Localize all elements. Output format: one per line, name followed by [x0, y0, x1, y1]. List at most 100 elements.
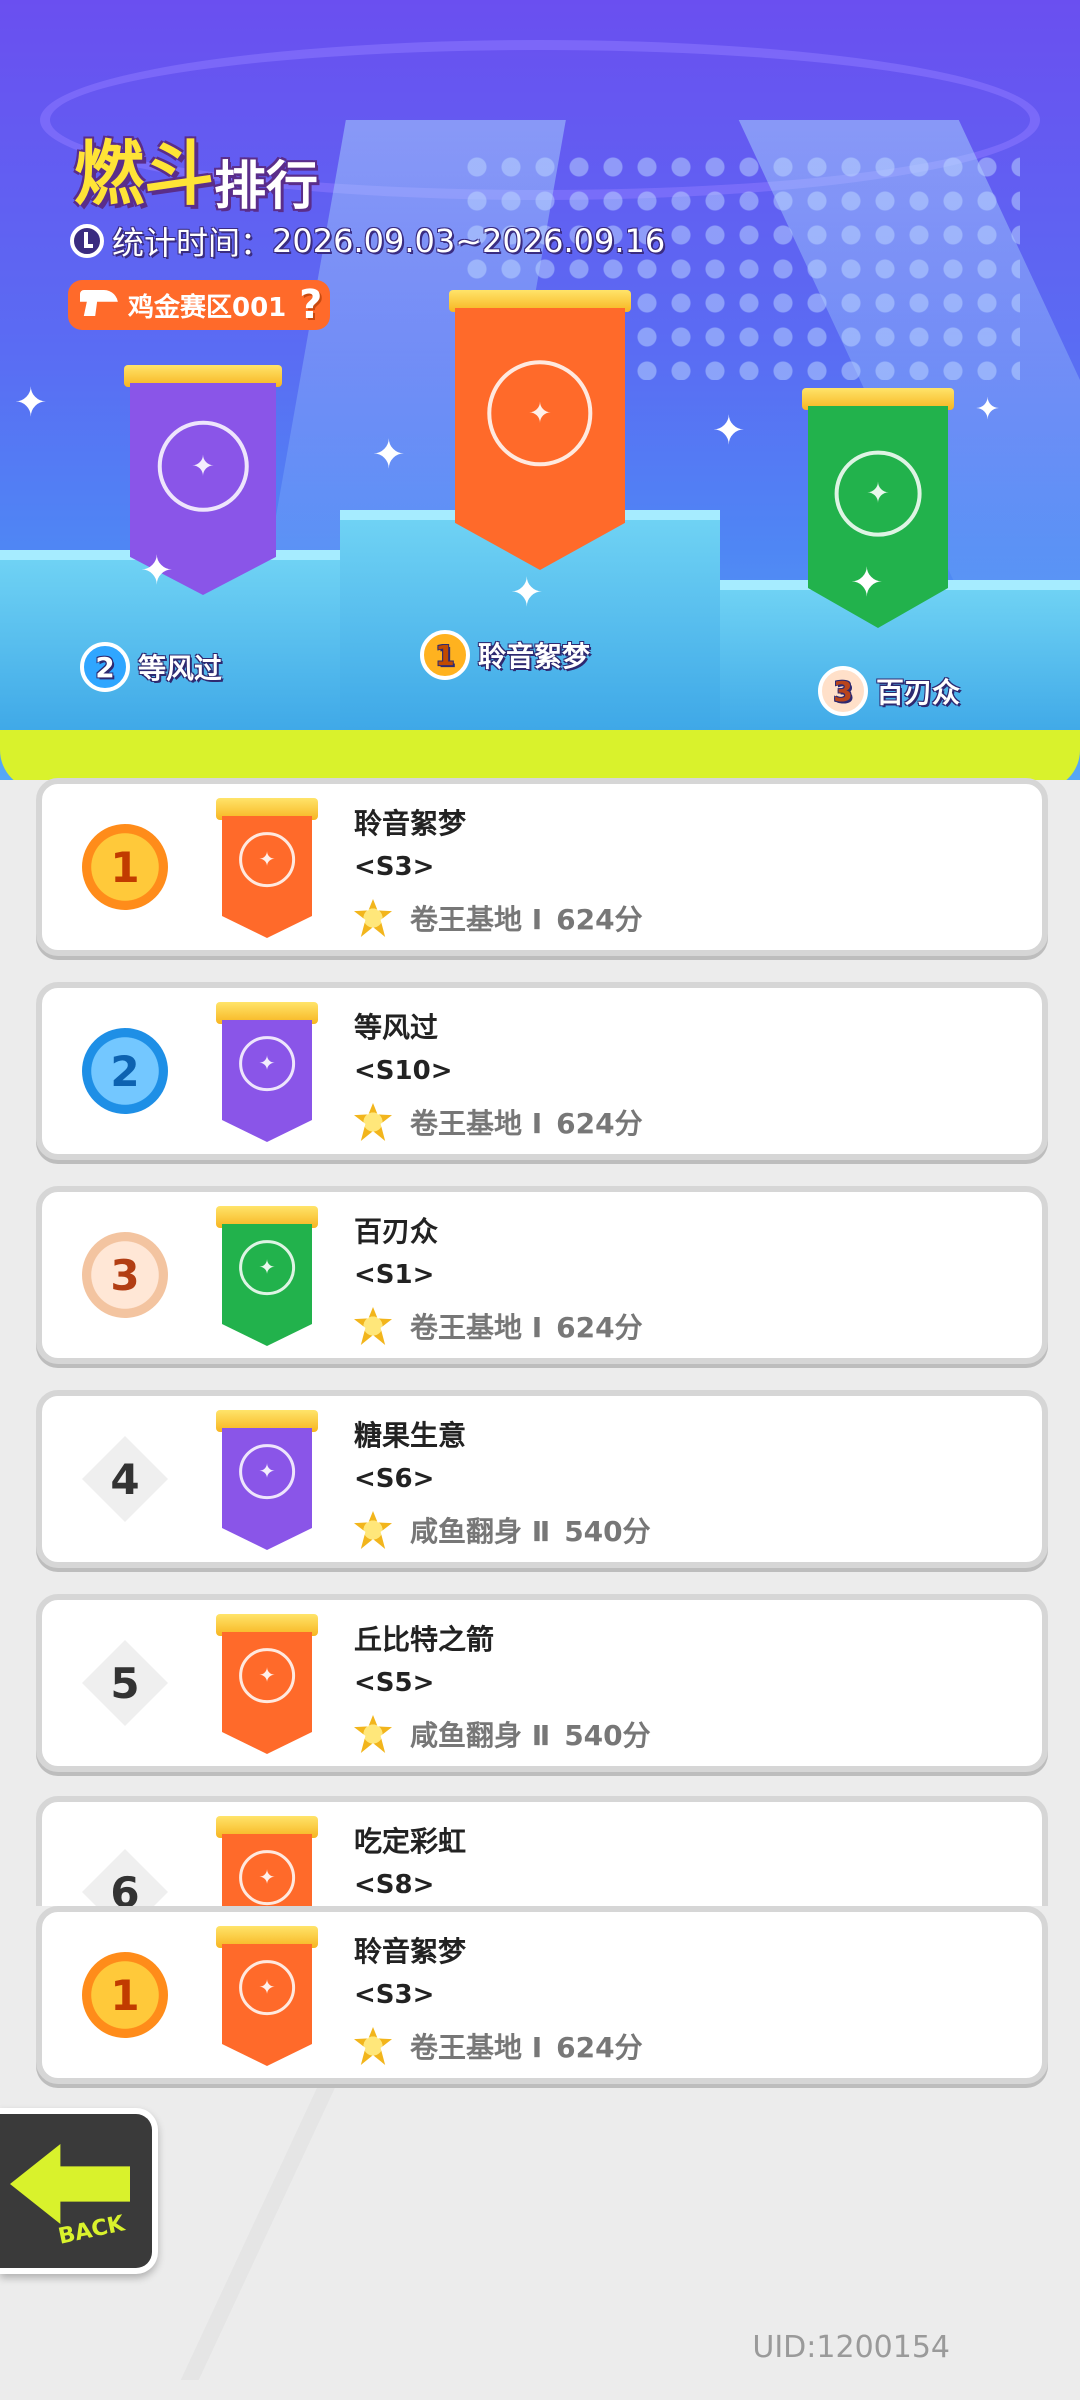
zone-badge[interactable]: 鸡金赛区001 ? — [68, 280, 331, 330]
guild-name: 聆音絮梦 — [478, 640, 591, 673]
gun-icon — [80, 290, 118, 316]
title-highlight: 燃斗 — [74, 133, 214, 215]
server-tag: <S1> — [354, 1260, 435, 1290]
sparkle-icon: ✦ — [975, 392, 1001, 427]
sparkle-icon: ✦ — [140, 548, 174, 594]
rank-badge: 5 — [82, 1640, 168, 1726]
back-label: BACK — [56, 2211, 127, 2250]
podium-name-first: 1 聆音絮梦 — [420, 630, 590, 680]
guild-name: 等风过 — [354, 1011, 439, 1044]
guild-banner: ✦ — [216, 1926, 318, 2066]
score: 540分 — [564, 1515, 651, 1548]
tier-star-icon — [354, 1103, 392, 1141]
score-line: 卷王基地 Ⅰ 624分 — [354, 1306, 643, 1346]
guild-banner: ✦ — [216, 1206, 318, 1346]
server-tag: <S3> — [354, 1980, 435, 2010]
sparkle-icon: ✦ — [510, 570, 544, 616]
ranking-row[interactable]: 3 ✦ 百刃众 <S1> 卷王基地 Ⅰ 624分 — [36, 1186, 1048, 1364]
tier-name: 咸鱼翻身 Ⅱ — [410, 1719, 551, 1752]
guild-emblem-icon: ✦ — [239, 1959, 295, 2016]
tier-name: 卷王基地 Ⅰ — [410, 2031, 543, 2064]
score: 624分 — [556, 1107, 643, 1140]
score-line: 卷王基地 Ⅰ 624分 — [354, 898, 643, 938]
podium-name-second: 2 等风过 — [80, 642, 222, 692]
clock-icon — [70, 224, 104, 258]
ranking-row[interactable]: 5 ✦ 丘比特之箭 <S5> 咸鱼翻身 Ⅱ 540分 — [36, 1594, 1048, 1772]
server-tag: <S3> — [354, 852, 435, 882]
server-tag: <S6> — [354, 1464, 435, 1494]
zone-label: 鸡金赛区001 — [128, 292, 287, 323]
ranking-row-clipped: 6 ✦ 吃定彩虹 <S8> — [36, 1796, 1048, 1906]
guild-name: 聆音絮梦 — [354, 1935, 467, 1968]
ranking-row[interactable]: 1 ✦ 聆音絮梦 <S3> 卷王基地 Ⅰ 624分 — [36, 778, 1048, 956]
back-button[interactable]: BACK — [0, 2108, 158, 2274]
ranking-row[interactable]: 4 ✦ 糖果生意 <S6> 咸鱼翻身 Ⅱ 540分 — [36, 1390, 1048, 1568]
page-title: 燃斗 排行 — [74, 118, 318, 219]
tier-star-icon — [354, 899, 392, 937]
title-rest: 排行 — [214, 157, 319, 217]
rank-badge: 1 — [82, 824, 168, 910]
rank-badge: 2 — [82, 1028, 168, 1114]
tier-star-icon — [354, 1715, 392, 1753]
score-line: 卷王基地 Ⅰ 624分 — [354, 2026, 643, 2066]
slime-divider-decoration — [0, 730, 1080, 780]
guild-banner: ✦ — [216, 798, 318, 938]
rank-badge: 1 — [82, 1952, 168, 2038]
background-decoration — [180, 2040, 900, 2380]
guild-emblem-icon: ✦ — [239, 831, 295, 888]
sparkle-icon: ✦ — [14, 380, 48, 426]
sparkle-icon: ✦ — [372, 432, 406, 478]
score-line: 咸鱼翻身 Ⅱ 540分 — [354, 1510, 651, 1550]
score-line: 卷王基地 Ⅰ 624分 — [354, 1102, 643, 1142]
podium-name-third: 3 百刃众 — [818, 666, 960, 716]
sparkle-icon: ✦ — [712, 408, 746, 454]
uid-label: UID:1200154 — [752, 2330, 950, 2365]
guild-emblem-icon: ✦ — [834, 450, 922, 537]
guild-emblem-icon: ✦ — [239, 1849, 295, 1906]
guild-banner: ✦ — [216, 1002, 318, 1142]
guild-name: 丘比特之箭 — [354, 1623, 495, 1656]
rank-badge: 6 — [82, 1849, 168, 1906]
rank-medal-icon: 2 — [80, 642, 130, 692]
my-guild-row[interactable]: 1 ✦ 聆音絮梦 <S3> 卷王基地 Ⅰ 624分 — [36, 1906, 1048, 2084]
score: 624分 — [556, 1311, 643, 1344]
guild-banner: ✦ — [216, 1614, 318, 1754]
guild-emblem-icon: ✦ — [239, 1035, 295, 1092]
rank-badge: 3 — [82, 1232, 168, 1318]
guild-name: 糖果生意 — [354, 1419, 467, 1452]
tier-star-icon — [354, 1511, 392, 1549]
guild-banner: ✦ — [216, 1410, 318, 1550]
stat-period: 统计时间： 2026.09.03~2026.09.16 — [70, 218, 665, 264]
ranking-row[interactable]: 6 ✦ 吃定彩虹 <S8> — [36, 1796, 1048, 1906]
guild-banner: ✦ — [216, 1816, 318, 1906]
guild-name: 吃定彩虹 — [354, 1825, 467, 1858]
guild-emblem-icon: ✦ — [239, 1647, 295, 1704]
tier-star-icon — [354, 1307, 392, 1345]
guild-name: 聆音絮梦 — [354, 807, 467, 840]
guild-name: 百刃众 — [876, 676, 961, 709]
rank-medal-icon: 3 — [818, 666, 868, 716]
score: 624分 — [556, 903, 643, 936]
help-icon[interactable]: ? — [299, 282, 322, 328]
stat-range: 2026.09.03~2026.09.16 — [272, 222, 666, 260]
rank-badge: 4 — [82, 1436, 168, 1522]
score-line: 咸鱼翻身 Ⅱ 540分 — [354, 1714, 651, 1754]
ranking-row[interactable]: 2 ✦ 等风过 <S10> 卷王基地 Ⅰ 624分 — [36, 982, 1048, 1160]
guild-emblem-icon: ✦ — [239, 1239, 295, 1296]
guild-name: 等风过 — [138, 652, 223, 685]
tier-name: 卷王基地 Ⅰ — [410, 903, 543, 936]
guild-emblem-icon: ✦ — [487, 360, 593, 466]
tier-name: 咸鱼翻身 Ⅱ — [410, 1515, 551, 1548]
server-tag: <S10> — [354, 1056, 453, 1086]
score: 540分 — [564, 1719, 651, 1752]
rank-medal-icon: 1 — [420, 630, 470, 680]
guild-emblem-icon: ✦ — [157, 420, 249, 512]
server-tag: <S8> — [354, 1870, 435, 1900]
back-arrow-icon — [10, 2144, 130, 2224]
server-tag: <S5> — [354, 1668, 435, 1698]
tier-name: 卷王基地 Ⅰ — [410, 1107, 543, 1140]
tier-star-icon — [354, 2027, 392, 2065]
score: 624分 — [556, 2031, 643, 2064]
guild-emblem-icon: ✦ — [239, 1443, 295, 1500]
podium-banner-first[interactable]: ✦ — [449, 290, 631, 570]
